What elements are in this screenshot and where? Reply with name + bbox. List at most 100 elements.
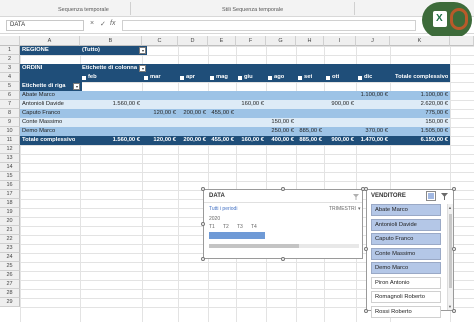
resize-handle[interactable] [281,187,285,191]
collapse-icon[interactable] [82,75,86,80]
collapse-icon[interactable] [326,75,330,80]
resize-handle[interactable] [364,187,368,191]
collapse-icon[interactable] [238,75,242,80]
quarter-label-t4[interactable]: T4 [251,224,257,230]
select-all-corner[interactable] [0,36,20,46]
timeline-scroll-thumb[interactable] [209,244,299,248]
column-header-a[interactable]: A [20,36,80,46]
column-header-g[interactable]: G [266,36,296,46]
column-header-j[interactable]: J [356,36,390,46]
collapse-icon[interactable] [358,75,362,80]
row-header-19[interactable]: 19 [0,208,20,217]
row-header-16[interactable]: 16 [0,181,20,190]
collapse-icon[interactable] [210,75,214,80]
row-header-15[interactable]: 15 [0,172,20,181]
slicer-scroll-thumb[interactable] [449,214,452,288]
resize-handle[interactable] [201,187,205,191]
collapse-icon[interactable] [298,75,302,80]
enter-icon[interactable]: ✓ [100,20,106,28]
column-header-e[interactable]: E [208,36,236,46]
slicer-item[interactable]: Demo Marco [371,262,441,274]
scroll-up-icon[interactable]: ▲ [448,205,452,210]
resize-handle[interactable] [452,187,456,191]
quarter-label-t2[interactable]: T2 [223,224,229,230]
row-header-8[interactable]: 8 [0,109,20,118]
row-header-24[interactable]: 24 [0,253,20,262]
vendor-slicer[interactable]: VENDITORE Abate Marco Antonioli Davide Cap… [366,189,454,318]
column-header-c[interactable]: C [142,36,178,46]
row-header-13[interactable]: 13 [0,154,20,163]
row-header-6[interactable]: 6 [0,91,20,100]
row-header-27[interactable]: 27 [0,280,20,289]
row-filter-dropdown-icon[interactable] [73,83,80,90]
row-header-14[interactable]: 14 [0,163,20,172]
quarter-label-t1[interactable]: T1 [209,224,215,230]
formula-input[interactable] [122,20,416,31]
function-icon[interactable]: fx [110,20,115,27]
slicer-item[interactable]: Rossi Roberto [371,305,441,318]
column-header-d[interactable]: D [178,36,208,46]
column-header-h[interactable]: H [296,36,324,46]
slicer-item[interactable]: Caputo Franco [371,233,441,245]
row-header-1[interactable]: 1 [0,46,20,55]
slicer-item[interactable]: Romagnoli Roberto [371,291,441,303]
row-header-3[interactable]: 3 [0,64,20,73]
row-header-18[interactable]: 18 [0,199,20,208]
value-cell: 1.100,00 € [360,92,388,98]
slicer-item[interactable]: Antonioli Davide [371,218,441,231]
resize-handle[interactable] [364,247,368,251]
month-header-apr: apr [186,74,196,80]
clear-filter-icon[interactable] [352,193,360,201]
row-header-4[interactable]: 4 [0,73,20,82]
slicer-item[interactable]: Conte Massimo [371,247,441,260]
scroll-down-icon[interactable]: ▼ [448,304,452,309]
slicer-scrollbar[interactable]: ▲ ▼ [447,204,453,310]
clear-filter-icon[interactable] [440,192,449,201]
resize-handle[interactable] [452,247,456,251]
name-box[interactable]: DATA [6,20,84,31]
row-header-29[interactable]: 29 [0,298,20,307]
column-header-b[interactable]: B [80,36,142,46]
column-header-i[interactable]: I [324,36,356,46]
row-header-2[interactable]: 2 [0,55,20,64]
timeline-level-selector[interactable]: TRIMESTRI [329,206,356,212]
resize-handle[interactable] [201,222,205,226]
slicer-item[interactable]: Abate Marco [371,204,441,216]
resize-handle[interactable] [281,257,285,261]
row-header-20[interactable]: 20 [0,217,20,226]
row-header-23[interactable]: 23 [0,244,20,253]
resize-handle[interactable] [364,309,368,313]
row-header-26[interactable]: 26 [0,271,20,280]
quarter-label-t3[interactable]: T3 [237,224,243,230]
timeline-scrollbar[interactable] [209,244,359,248]
filter-dropdown-icon[interactable] [139,47,146,54]
resize-handle[interactable] [452,309,456,313]
row-header-17[interactable]: 17 [0,190,20,199]
row-header-9[interactable]: 9 [0,118,20,127]
row-header-7[interactable]: 7 [0,100,20,109]
timeline-slicer[interactable]: DATA Tutti i periodi TRIMESTRI ▾ 2020 T1… [203,189,363,259]
collapse-icon[interactable] [144,75,148,80]
gridline-horizontal [20,82,474,83]
row-header-28[interactable]: 28 [0,289,20,298]
column-filter-dropdown-icon[interactable] [139,65,146,72]
row-header-10[interactable]: 10 [0,127,20,136]
chevron-down-icon[interactable]: ▾ [358,206,361,212]
column-header-f[interactable]: F [236,36,266,46]
multi-select-icon[interactable] [426,191,436,201]
row-header-12[interactable]: 12 [0,145,20,154]
timeline-selection-bar[interactable] [209,232,265,239]
row-header-11[interactable]: 11 [0,136,20,145]
column-header-k[interactable]: K [390,36,450,46]
gridline-horizontal [20,172,474,173]
slicer-item[interactable]: Piron Antonio [371,276,441,289]
row-header-25[interactable]: 25 [0,262,20,271]
collapse-icon[interactable] [268,75,272,80]
row-header-5[interactable]: 5 [0,82,20,91]
cancel-icon[interactable]: × [90,20,94,27]
row-header-22[interactable]: 22 [0,235,20,244]
collapse-icon[interactable] [180,75,184,80]
row-header-21[interactable]: 21 [0,226,20,235]
resize-handle[interactable] [201,257,205,261]
month-header-ago: ago [274,74,285,80]
